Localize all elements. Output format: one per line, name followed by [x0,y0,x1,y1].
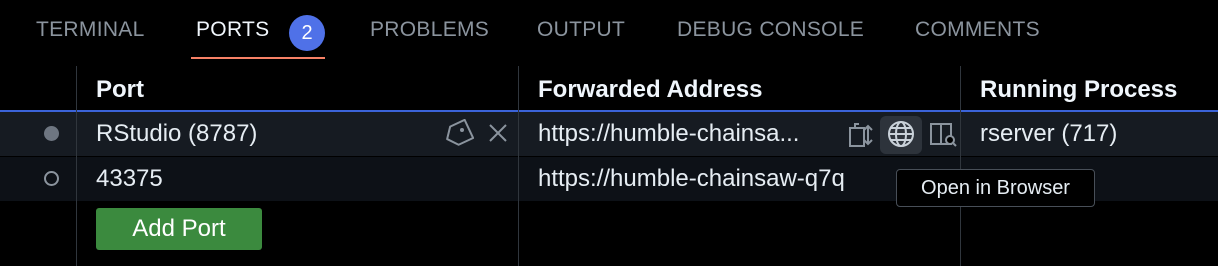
tab-comments[interactable]: COMMENTS [915,18,1040,42]
column-header-running-process[interactable]: Running Process [980,76,1177,104]
tag-icon[interactable] [442,118,475,154]
preview-icon[interactable] [928,120,958,155]
column-header-port[interactable]: Port [96,76,144,104]
ports-count-badge: 2 [289,15,325,51]
column-header-forwarded-address[interactable]: Forwarded Address [538,76,763,104]
port-cell: RStudio (8787) [96,120,258,147]
tab-ports[interactable]: PORTS [196,18,269,42]
address-fade-overlay [860,157,900,201]
tab-debug-console[interactable]: DEBUG CONSOLE [677,18,864,42]
active-tab-indicator [191,57,325,59]
globe-icon[interactable] [887,120,915,153]
column-divider[interactable] [960,66,961,266]
column-divider [76,66,77,266]
table-row[interactable]: RStudio (8787) https://humble-chainsa...… [0,112,1218,156]
column-divider[interactable] [518,66,519,266]
forwarded-address-cell[interactable]: https://humble-chainsaw-q7q [538,165,845,193]
ports-table-header: Port Forwarded Address Running Process [0,66,1218,111]
close-icon[interactable] [486,121,510,150]
open-in-browser-tooltip: Open in Browser [896,169,1095,207]
tab-terminal[interactable]: TERMINAL [36,18,145,42]
forwarded-address-cell[interactable]: https://humble-chainsa... [538,120,799,148]
tab-output[interactable]: OUTPUT [537,18,625,42]
copy-address-icon[interactable] [846,120,876,155]
tab-problems[interactable]: PROBLEMS [370,18,489,42]
port-status-idle-icon [44,171,59,186]
panel-tab-bar: TERMINAL PORTS 2 PROBLEMS OUTPUT DEBUG C… [0,0,1218,64]
running-process-cell: rserver (717) [980,120,1118,147]
port-status-running-icon [44,126,59,141]
port-cell: 43375 [96,165,163,192]
add-port-button[interactable]: Add Port [96,208,262,250]
